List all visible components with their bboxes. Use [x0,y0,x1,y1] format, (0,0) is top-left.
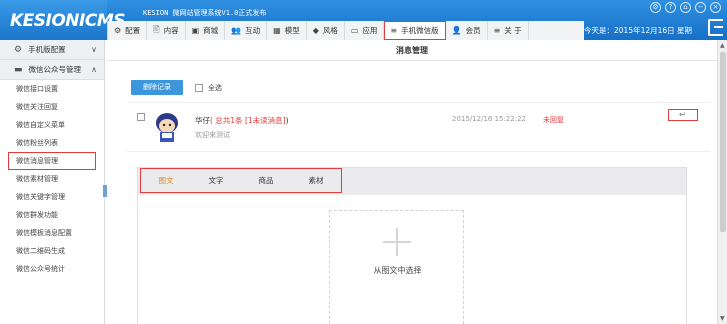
monitor-icon: ▭ [350,26,359,35]
reply-arrow-icon: ↩ [679,110,686,119]
page-title: 消息管理 [107,40,717,61]
tab-material[interactable]: 素材 [291,169,341,192]
message-sender: 华仔( 总共1条 [1未读消息]) [195,116,289,125]
select-all-checkbox[interactable] [195,84,203,92]
main-panel: 消息管理 删除记录 全选 华仔( 总共1条 [1未读消息]) 欢迎来测试 201… [107,40,717,324]
nav-mobile-wechat[interactable]: ≡ 手机微信版 [384,21,446,40]
sidebar-item-materials[interactable]: 微信素材管理 [0,170,104,188]
reply-status: 未回复 [543,116,564,124]
picker-label: 从图文中选择 [373,266,422,275]
sidebar-item-follow-reply[interactable]: 微信关注回复 [0,98,104,116]
gear-icon: ⚙ [14,44,23,55]
gear-icon: ⚙ [114,26,122,35]
reply-button[interactable]: ↩ [668,109,698,121]
system-icons: ⚙ ? ⌂ − × [650,2,721,13]
sidebar-section-wechat[interactable]: ▬ 微信公众号管理 ∧ [0,60,104,80]
exit-icon[interactable] [708,19,723,36]
chat-icon: ▬ [14,64,23,75]
chevron-up-icon: ∧ [91,65,97,74]
tab-news[interactable]: 图文 [141,169,191,192]
top-header: KESIONICMS KESION 微网站管理系统V1.0正式发布 ⚙ ? ⌂ … [0,0,727,40]
nav-style[interactable]: ◆ 风格 [307,21,345,40]
sidebar-item-messages[interactable]: 微信消息管理 [8,152,96,170]
scroll-up-icon[interactable]: ▲ [720,42,725,49]
nav-interact[interactable]: 👥 互动 [225,21,268,40]
select-all[interactable]: 全选 [195,83,222,93]
sidebar-item-custom-menu[interactable]: 微信自定义菜单 [0,116,104,134]
help-icon[interactable]: ? [665,2,676,13]
scroll-thumb[interactable] [720,52,726,232]
sidebar-section-mobile-config[interactable]: ⚙ 手机版配置 ∨ [0,40,104,60]
message-time: 2015/12/16 15:22:22 [452,115,527,123]
top-nav: ⚙ 配置 🖹 内容 ▣ 商城 👥 互动 ▦ 模型 ◆ 风格 ▭ 应用 ≡ 手机微信版 👤 会员 ≡… [107,21,584,40]
tag-icon: ◆ [312,26,319,35]
sidebar-item-fans[interactable]: 微信粉丝列表 [0,134,104,152]
message-checkbox[interactable] [137,113,145,121]
user-icon: 👤 [451,26,462,35]
nav-member[interactable]: 👤 会员 [446,21,488,40]
nav-about[interactable]: ≡ 关 于 [488,21,529,40]
users-icon: 👥 [231,26,242,35]
message-row: 华仔( 总共1条 [1未读消息]) 欢迎来测试 2015/12/16 15:22… [127,102,710,152]
reply-editor: 图文 文字 商品 素材 从图文中选择 [137,167,687,324]
today-date: 今天是：2015年12月16日 星期 [584,26,693,35]
avatar [150,109,184,145]
nav-shop[interactable]: ▣ 商城 [186,21,226,40]
select-from-news-button[interactable]: 从图文中选择 [329,210,464,324]
vertical-scrollbar[interactable]: ▲ ▼ [717,40,727,324]
nav-content[interactable]: 🖹 内容 [147,21,186,40]
editor-tabs: 图文 文字 商品 素材 [140,168,342,193]
shop-icon: ▣ [191,26,200,35]
tab-product[interactable]: 商品 [241,169,291,192]
nav-apps[interactable]: ▭ 应用 [345,21,385,40]
unread-count: ( 总共1条 [1未读消息] [210,116,286,125]
editor-tabbar: 图文 文字 商品 素材 [138,168,686,195]
document-icon: 🖹 [153,24,160,34]
settings-icon[interactable]: ⚙ [650,2,661,13]
sidebar-item-qrcode[interactable]: 微信二维码生成 [0,242,104,260]
home-icon[interactable]: ⌂ [680,2,691,13]
system-title: KESION 微网站管理系统V1.0正式发布 [143,9,267,17]
list-icon: ≡ [493,26,501,35]
nav-model[interactable]: ▦ 模型 [267,21,307,40]
close-icon[interactable]: × [710,2,721,13]
minimize-icon[interactable]: − [695,2,706,13]
sidebar-item-interface[interactable]: 微信接口设置 [0,80,104,98]
sidebar: ⚙ 手机版配置 ∨ ▬ 微信公众号管理 ∧ 微信接口设置 微信关注回复 微信自定… [0,40,105,324]
tab-text[interactable]: 文字 [191,169,241,192]
sidebar-item-broadcast[interactable]: 微信群发功能 [0,206,104,224]
sidebar-item-keywords[interactable]: 微信关键字管理 [0,188,104,206]
logo: KESIONICMS [0,0,126,40]
message-text: 欢迎来测试 [195,131,230,139]
nav-config[interactable]: ⚙ 配置 [108,21,148,40]
sidebar-item-template-msg[interactable]: 微信模板消息配置 [0,224,104,242]
menu-icon: ≡ [390,26,398,35]
sidebar-item-stats[interactable]: 微信公众号统计 [0,260,104,278]
delete-records-button[interactable]: 删除记录 [131,80,183,95]
chevron-down-icon: ∨ [91,45,97,54]
grid-icon: ▦ [273,26,281,35]
scroll-down-icon[interactable]: ▼ [720,315,725,322]
